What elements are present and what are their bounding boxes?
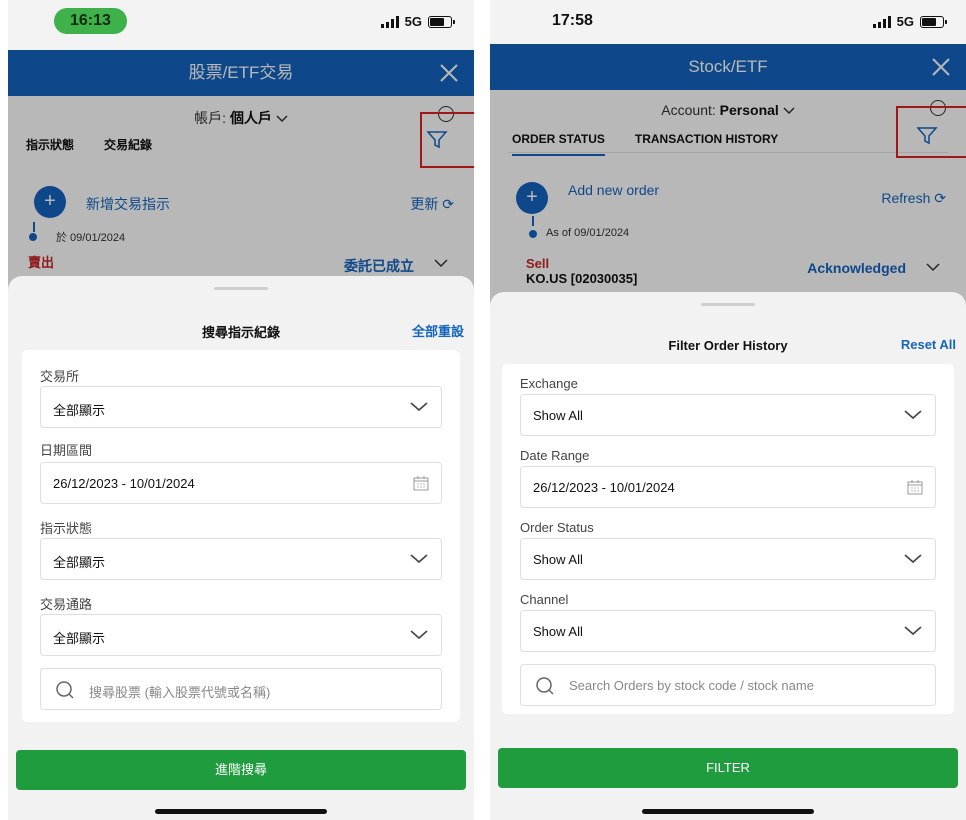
date-range-value: 26/12/2023 - 10/01/2024	[533, 480, 675, 495]
home-indicator[interactable]	[155, 809, 327, 814]
reset-all-button[interactable]: 全部重設	[412, 321, 464, 340]
channel-select[interactable]: Show All	[520, 610, 936, 652]
date-range-label: 日期區間	[40, 443, 93, 458]
status-bar: 17:58 5G	[490, 0, 966, 48]
sheet-grabber[interactable]	[701, 303, 755, 306]
channel-label: 交易通路	[40, 597, 93, 612]
advanced-search-button[interactable]: 進階搜尋	[16, 750, 466, 790]
exchange-select[interactable]: 全部顯示	[40, 386, 442, 428]
stock-search-placeholder: Search Orders by stock code / stock name	[569, 678, 814, 693]
channel-label: Channel	[520, 592, 569, 607]
exchange-value: Show All	[533, 408, 583, 423]
home-indicator[interactable]	[642, 809, 814, 814]
channel-select[interactable]: 全部顯示	[40, 614, 442, 656]
sheet-title: Filter Order History	[668, 338, 788, 353]
search-icon	[56, 681, 74, 699]
order-status-label: 指示狀態	[40, 521, 93, 536]
date-range-value: 26/12/2023 - 10/01/2024	[53, 476, 195, 491]
date-range-label: Date Range	[520, 448, 590, 463]
chevron-down-icon	[410, 554, 428, 564]
filter-sheet: 搜尋指示紀錄 全部重設 交易所 全部顯示 日期區間 26/12/2023 - 1…	[8, 276, 474, 820]
order-status-select[interactable]: Show All	[520, 538, 936, 580]
order-status-select[interactable]: 全部顯示	[40, 538, 442, 580]
channel-value: Show All	[533, 624, 583, 639]
stock-search-input[interactable]: 搜尋股票 (輸入股票代號或名稱)	[40, 668, 442, 710]
reset-all-button[interactable]: Reset All	[901, 337, 956, 352]
channel-value: 全部顯示	[53, 631, 106, 646]
exchange-label: Exchange	[520, 376, 578, 391]
sheet-title: 搜尋指示紀錄	[201, 325, 280, 340]
order-status-value: 全部顯示	[53, 555, 106, 570]
chevron-down-icon	[410, 630, 428, 640]
order-status-label: Order Status	[520, 520, 594, 535]
calendar-icon[interactable]	[413, 475, 429, 491]
signal-icon	[380, 15, 399, 28]
status-bar: 16:13 5G	[8, 0, 474, 48]
exchange-select[interactable]: Show All	[520, 394, 936, 436]
battery-icon	[920, 15, 947, 28]
battery-icon	[428, 15, 455, 28]
chevron-down-icon	[904, 626, 922, 636]
status-icons: 5G	[872, 14, 947, 29]
filter-button[interactable]: FILTER	[498, 748, 958, 788]
sheet-grabber[interactable]	[214, 287, 268, 290]
status-time: 16:13	[54, 8, 127, 34]
phone-screen-chinese: 16:13 5G 股票/ETF交易 帳戶: 個人戶 指示狀態 交易紀錄 + 新增…	[8, 0, 474, 820]
filter-sheet: Filter Order History Reset All Exchange …	[490, 292, 966, 820]
status-time: 17:58	[552, 12, 593, 29]
chevron-down-icon	[904, 410, 922, 420]
calendar-icon[interactable]	[907, 479, 923, 495]
filter-card: Exchange Show All Date Range 26/12/2023 …	[502, 364, 954, 714]
date-range-field[interactable]: 26/12/2023 - 10/01/2024	[520, 466, 936, 508]
network-label: 5G	[404, 14, 422, 29]
stock-search-placeholder: 搜尋股票 (輸入股票代號或名稱)	[89, 685, 271, 700]
network-label: 5G	[896, 14, 914, 29]
date-range-field[interactable]: 26/12/2023 - 10/01/2024	[40, 462, 442, 504]
status-icons: 5G	[380, 14, 455, 29]
phone-screen-english: 17:58 5G Stock/ETF Account: Personal ORD…	[490, 0, 966, 820]
chevron-down-icon	[410, 402, 428, 412]
signal-icon	[872, 15, 891, 28]
exchange-label: 交易所	[40, 369, 80, 384]
chevron-down-icon	[904, 554, 922, 564]
search-icon	[536, 677, 554, 695]
stock-search-input[interactable]: Search Orders by stock code / stock name	[520, 664, 936, 706]
exchange-value: 全部顯示	[53, 403, 106, 418]
filter-card: 交易所 全部顯示 日期區間 26/12/2023 - 10/01/2024 指示…	[22, 350, 460, 722]
order-status-value: Show All	[533, 552, 583, 567]
